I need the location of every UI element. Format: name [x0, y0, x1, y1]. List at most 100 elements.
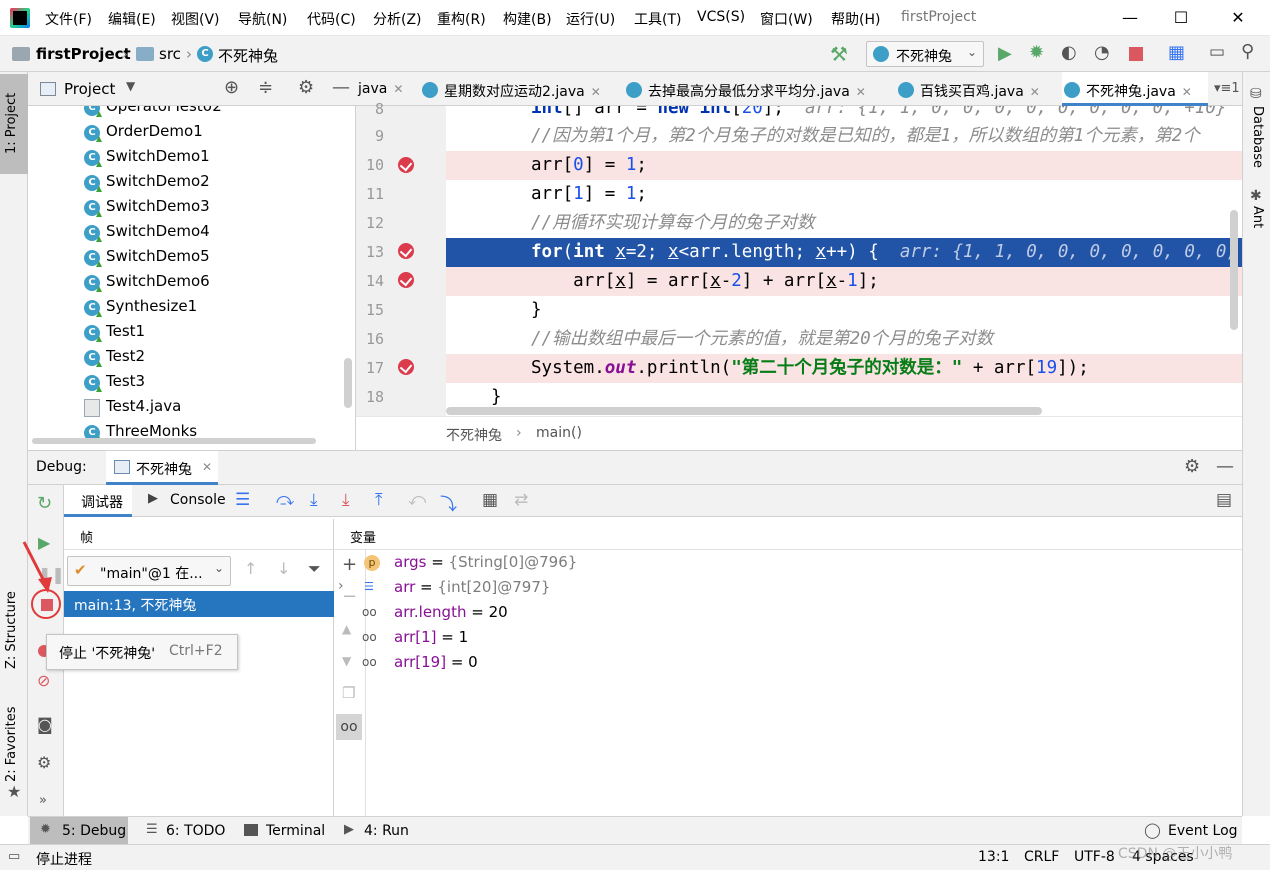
frame-row-selected[interactable]: main:13, 不死神兔	[64, 591, 334, 617]
window-layout-icon[interactable]: ▭	[1209, 42, 1225, 62]
move-up-icon[interactable]: ▲	[342, 622, 351, 636]
breadcrumb-project[interactable]: firstProject	[36, 45, 131, 63]
close-icon[interactable]: ✕	[591, 85, 601, 99]
tab-debug[interactable]: ✹ 5: Debug	[30, 817, 128, 845]
step-over-icon[interactable]: ⤼	[276, 490, 294, 510]
breadcrumb-file[interactable]: 不死神兔	[218, 45, 278, 66]
project-tool-tab[interactable]: 1: Project	[0, 74, 28, 174]
trace-stream-icon[interactable]: ⇄	[514, 490, 528, 510]
tree-item[interactable]: C Test3	[84, 372, 145, 397]
breadcrumb-src[interactable]: src	[159, 45, 181, 63]
tree-item[interactable]: C SwitchDemo1	[84, 147, 210, 172]
step-into-icon[interactable]: ⤓	[310, 490, 318, 510]
editor-tab[interactable]: 百钱买百鸡.java ✕	[898, 72, 1040, 106]
run-to-cursor-icon[interactable]: ⤵	[440, 490, 457, 515]
menu-view[interactable]: 视图(V)	[171, 9, 220, 29]
tree-item[interactable]: C SwitchDemo5	[84, 247, 210, 272]
menu-window[interactable]: 窗口(W)	[760, 9, 813, 29]
run-icon[interactable]: ▶	[998, 43, 1012, 64]
minimize-button[interactable]: —	[1120, 8, 1140, 28]
menu-help[interactable]: 帮助(H)	[831, 9, 880, 29]
tree-item[interactable]: C Test2	[84, 347, 145, 372]
add-watch-icon[interactable]: +	[342, 554, 357, 575]
collapse-all-icon[interactable]: ≑	[258, 77, 273, 98]
menu-analyze[interactable]: 分析(Z)	[373, 9, 422, 29]
copy-icon[interactable]: ❐	[342, 684, 355, 702]
menu-tools[interactable]: 工具(T)	[634, 9, 681, 29]
arrow-up-icon[interactable]: ↑	[244, 559, 257, 578]
tab-terminal[interactable]: Terminal	[244, 817, 334, 845]
watch-row[interactable]: oo arr[19] = 0	[362, 653, 478, 678]
close-icon[interactable]: ✕	[1182, 85, 1192, 99]
database-tool-tab[interactable]: ⛁ Database	[1243, 80, 1270, 180]
stop-icon[interactable]	[1129, 47, 1143, 61]
close-icon[interactable]: ✕	[393, 82, 403, 96]
vertical-scrollbar[interactable]	[1230, 210, 1238, 330]
menu-code[interactable]: 代码(C)	[307, 9, 356, 29]
mute-breakpoints-icon[interactable]: ⊘	[37, 671, 50, 690]
variable-row[interactable]: › ☰ arr = {int[20]@797}	[338, 578, 550, 603]
close-icon[interactable]: ✕	[202, 460, 212, 474]
camera-icon[interactable]: ◙	[37, 715, 53, 734]
breadcrumb-class[interactable]: 不死神兔	[446, 425, 502, 445]
breadcrumb-method[interactable]: main()	[536, 425, 582, 441]
menu-refactor[interactable]: 重构(R)	[437, 9, 486, 29]
glasses-icon[interactable]: oo	[336, 714, 362, 740]
thread-selector[interactable]: ✔ "main"@1 在... ⌄	[67, 556, 231, 586]
editor-tab[interactable]: 星期数对应运动2.java ✕	[422, 72, 601, 106]
tree-item[interactable]: Test4.java	[84, 397, 181, 422]
file-encoding[interactable]: UTF-8	[1074, 849, 1115, 865]
tree-item[interactable]: C Synthesize1	[84, 297, 197, 322]
maximize-button[interactable]: ☐	[1171, 8, 1191, 28]
tree-item[interactable]: C SwitchDemo3	[84, 197, 210, 222]
tree-item[interactable]: C OrderDemo1	[84, 122, 203, 147]
close-icon[interactable]: ✕	[1030, 85, 1040, 99]
horizontal-scrollbar[interactable]	[32, 438, 316, 444]
rerun-icon[interactable]: ↻	[37, 493, 52, 514]
debug-bug-icon[interactable]: ✹	[1029, 42, 1044, 63]
arrow-down-icon[interactable]: ↓	[277, 559, 290, 578]
menu-vcs[interactable]: VCS(S)	[697, 9, 745, 25]
caret-position[interactable]: 13:1	[978, 849, 1009, 865]
layout-settings-icon[interactable]: ▤	[1216, 490, 1232, 510]
tree-item[interactable]: C SwitchDemo6	[84, 272, 210, 297]
tab-run[interactable]: ▶ 4: Run	[344, 817, 424, 845]
tree-item[interactable]: C Test1	[84, 322, 145, 347]
build-hammer-icon[interactable]: ⚒	[830, 42, 848, 66]
project-panel-title[interactable]: Project	[64, 80, 115, 98]
watch-row[interactable]: oo arr.length = 20	[362, 603, 508, 628]
hide-panel-icon[interactable]: —	[332, 77, 350, 98]
menu-file[interactable]: 文件(F)	[45, 9, 92, 29]
gear-icon[interactable]: ⚙	[37, 753, 51, 772]
tab-console[interactable]: ▶ Console	[140, 485, 230, 517]
watch-row[interactable]: oo arr[1] = 1	[362, 628, 468, 653]
editor-tab[interactable]: 去掉最高分最低分求平均分.java ✕	[626, 72, 866, 106]
profile-icon[interactable]: ◔	[1094, 42, 1110, 63]
menu-navigate[interactable]: 导航(N)	[238, 9, 287, 29]
tree-item[interactable]: C OperatorTest02	[84, 106, 222, 122]
gear-icon[interactable]: ⚙	[298, 77, 314, 98]
vertical-scrollbar[interactable]	[344, 358, 352, 408]
tree-item[interactable]: C SwitchDemo2	[84, 172, 210, 197]
chevron-down-icon[interactable]: ▼	[126, 79, 135, 93]
ant-tool-tab[interactable]: ✱ Ant	[1243, 184, 1270, 244]
menu-build[interactable]: 构建(B)	[503, 9, 552, 29]
variable-row[interactable]: p args = {String[0]@796}	[364, 553, 577, 578]
horizontal-scrollbar[interactable]	[446, 407, 1042, 415]
step-out-icon[interactable]: ⤒	[375, 490, 383, 510]
more-icon[interactable]: »	[39, 793, 47, 808]
force-step-into-icon[interactable]: ⤓	[342, 490, 350, 510]
run-config-selector[interactable]: 不死神兔 ⌄	[866, 41, 984, 67]
debug-session-tab[interactable]: 不死神兔 ✕	[106, 451, 218, 485]
close-icon[interactable]: ✕	[856, 85, 866, 99]
editor-tab-active[interactable]: 不死神兔.java ✕	[1062, 72, 1208, 106]
close-button[interactable]: ✕	[1228, 8, 1248, 28]
coverage-icon[interactable]: ◐	[1061, 42, 1077, 63]
code-area[interactable]: int[] arr = new int[20]; arr: {1, 1, 0, …	[356, 106, 1242, 416]
locate-target-icon[interactable]: ⊕	[224, 77, 239, 98]
project-structure-icon[interactable]: ▦	[1168, 42, 1185, 63]
tree-item[interactable]: C SwitchDemo4	[84, 222, 210, 247]
search-icon[interactable]: ⚲	[1241, 41, 1254, 62]
menu-edit[interactable]: 编辑(E)	[108, 9, 156, 29]
gear-icon[interactable]: ⚙	[1184, 456, 1200, 477]
